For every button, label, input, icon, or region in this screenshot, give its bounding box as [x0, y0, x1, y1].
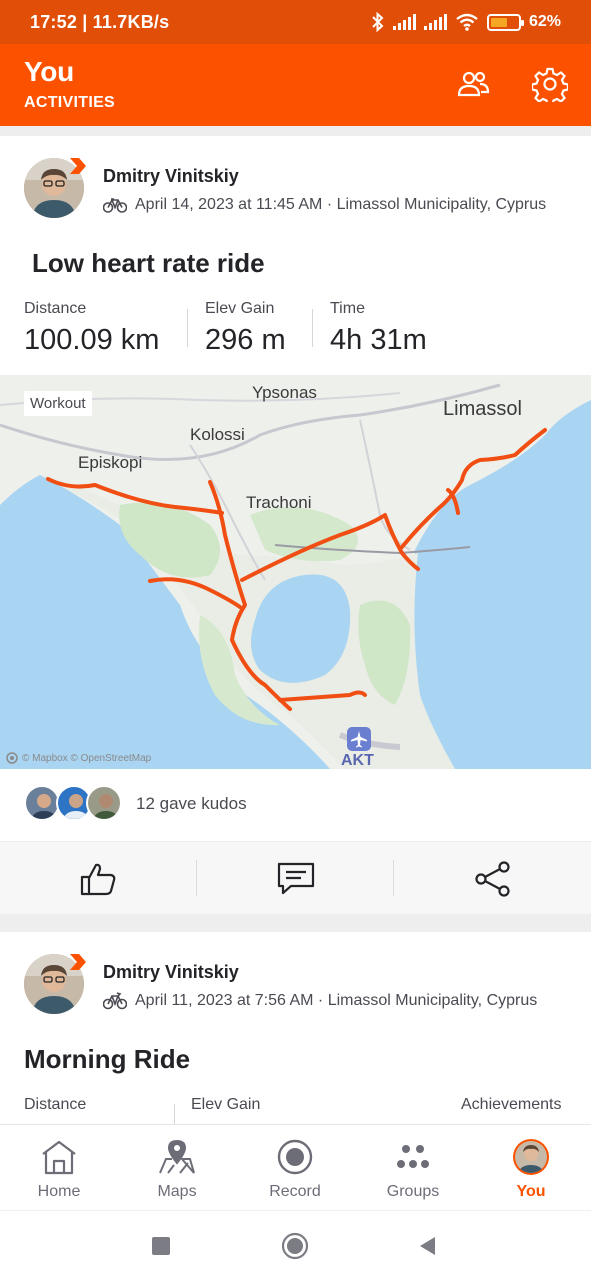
nav-label: Record [269, 1183, 321, 1200]
nav-label: Home [37, 1183, 81, 1200]
kudos-button[interactable] [0, 842, 197, 915]
nav-you[interactable]: You [472, 1125, 590, 1211]
stat-label: Achievements [461, 1096, 562, 1113]
activity-title[interactable]: Morning Ride [24, 1044, 190, 1075]
map-place-label: Ypsonas [252, 383, 317, 402]
signal-icon [392, 14, 416, 30]
nav-label: Maps [157, 1183, 197, 1200]
status-bar: 17:52 | 11.7KB/s 62% [0, 0, 591, 44]
people-icon[interactable] [453, 64, 493, 104]
map-place-label: Trachoni [246, 493, 312, 512]
airport-icon [347, 727, 371, 751]
home-icon [39, 1137, 79, 1177]
mapbox-logo-icon [6, 752, 18, 764]
stat-label: Elev Gain [205, 300, 275, 317]
map-place-label: Kolossi [190, 425, 245, 444]
activity-meta: April 11, 2023 at 7:56 AM · Limassol Mun… [103, 992, 537, 1010]
map-attribution[interactable]: © Mapbox © OpenStreetMap [6, 752, 151, 764]
kudo-avatar [86, 785, 122, 821]
map-place-label: Limassol [443, 398, 522, 420]
back-triangle-icon [420, 1237, 435, 1255]
signal-icon [423, 14, 447, 30]
battery-percent: 62% [528, 13, 561, 30]
athlete-name[interactable]: Dmitry Vinitskiy [103, 962, 239, 983]
square-icon [152, 1237, 170, 1255]
gear-icon[interactable] [530, 64, 570, 104]
nav-label: You [516, 1183, 546, 1200]
stat-divider [187, 309, 188, 347]
stat-label: Distance [24, 300, 87, 317]
stat-label: Elev Gain [191, 1096, 261, 1113]
groups-icon [393, 1137, 433, 1177]
activity-meta: April 14, 2023 at 11:45 AM · Limassol Mu… [103, 196, 546, 214]
circle-icon [281, 1232, 309, 1260]
share-button[interactable] [394, 842, 591, 915]
bike-icon [103, 198, 127, 213]
stat-value: 4h 31m [330, 324, 427, 356]
stat-value: 296 m [205, 324, 286, 356]
map-credit-text: © Mapbox © OpenStreetMap [22, 752, 152, 764]
activity-card[interactable]: Dmitry Vinitskiy April 14, 2023 at 11:45… [0, 136, 591, 914]
kudos-row[interactable]: 12 gave kudos [0, 781, 591, 827]
status-icons: 62% [371, 12, 561, 32]
share-icon [474, 860, 510, 897]
activity-actions [0, 841, 591, 914]
maps-icon [157, 1137, 197, 1177]
stat-label: Time [330, 300, 365, 317]
back-button[interactable] [410, 1229, 444, 1263]
stat-value: 100.09 km [24, 324, 160, 356]
status-time: 17:52 | 11.7KB/s [30, 11, 170, 32]
thumbs-up-icon [80, 863, 115, 895]
page-title: You [24, 56, 74, 87]
kudos-count[interactable]: 12 gave kudos [136, 794, 247, 814]
home-system-button[interactable] [278, 1229, 312, 1263]
activity-date-location: April 11, 2023 at 7:56 AM · Limassol Mun… [135, 992, 538, 1009]
premium-badge-icon [70, 954, 86, 970]
kudo-avatar [24, 785, 60, 821]
recents-button[interactable] [144, 1229, 178, 1263]
avatar [511, 1137, 551, 1177]
battery-icon [486, 13, 524, 31]
workout-tag: Workout [24, 391, 92, 416]
airport-label: AKT [341, 752, 374, 769]
nav-maps[interactable]: Maps [118, 1125, 236, 1211]
nav-label: Groups [386, 1183, 440, 1200]
map-canvas [0, 375, 591, 769]
activity-feed[interactable]: Dmitry Vinitskiy April 14, 2023 at 11:45… [0, 126, 591, 1124]
system-nav-bar [0, 1210, 591, 1280]
nav-home[interactable]: Home [0, 1125, 118, 1211]
stat-divider [174, 1104, 175, 1124]
activity-card[interactable]: Dmitry Vinitskiy April 11, 2023 at 7:56 … [0, 932, 591, 1124]
route-map[interactable]: Ypsonas Limassol Kolossi Episkopi Tracho… [0, 375, 591, 769]
stat-divider [312, 309, 313, 347]
app-header: You ACTIVITIES [0, 44, 591, 126]
activity-date-location: April 14, 2023 at 11:45 AM · Limassol Mu… [135, 196, 547, 213]
comment-button[interactable] [197, 842, 394, 915]
activity-title[interactable]: Low heart rate ride [32, 248, 265, 279]
comment-icon [277, 862, 314, 894]
bike-icon [103, 992, 127, 1010]
nav-groups[interactable]: Groups [354, 1125, 472, 1211]
athlete-name[interactable]: Dmitry Vinitskiy [103, 166, 239, 187]
bottom-nav: Home Maps Record Groups You [0, 1124, 591, 1210]
wifi-icon [456, 13, 478, 31]
record-icon [275, 1137, 315, 1177]
page-subtitle: ACTIVITIES [24, 94, 116, 111]
stat-label: Distance [24, 1096, 87, 1113]
bluetooth-icon [372, 12, 384, 32]
nav-record[interactable]: Record [236, 1125, 354, 1211]
map-place-label: Episkopi [78, 453, 143, 472]
premium-badge-icon [70, 158, 86, 174]
